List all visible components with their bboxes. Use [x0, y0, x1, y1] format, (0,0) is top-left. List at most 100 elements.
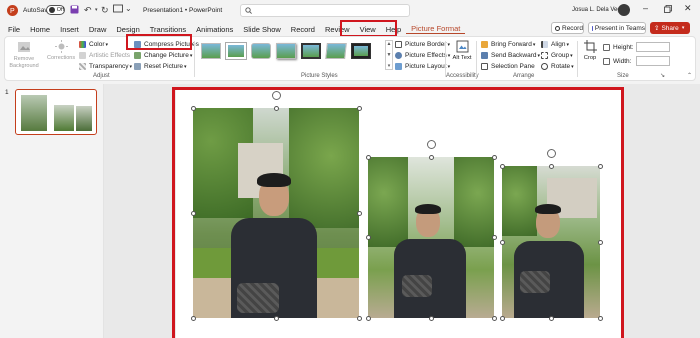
send-backward-button[interactable]: Send Backward ▾	[481, 52, 540, 59]
rotate-button[interactable]: Rotate ▾	[541, 63, 574, 70]
size-dialog-launcher-icon[interactable]: ↘	[660, 72, 665, 79]
picture-layout-button[interactable]: Picture Layout ▾	[395, 63, 450, 70]
restore-icon[interactable]	[664, 5, 672, 13]
tab-insert[interactable]: Insert	[55, 25, 84, 34]
customize-toolbar-icon[interactable]: ⌄	[125, 4, 132, 13]
chevron-down-icon: ▾	[537, 52, 541, 59]
avatar[interactable]	[618, 4, 630, 16]
height-label: Height:	[613, 43, 634, 51]
picture-border-button[interactable]: Picture Border ▾	[395, 41, 450, 48]
powerpoint-logo-icon: P	[7, 5, 18, 16]
thumb-photo	[76, 106, 92, 131]
artistic-effects-button[interactable]: Artistic Effects	[79, 52, 130, 59]
autosave-toggle[interactable]: Off	[46, 5, 65, 15]
picture-styles-group-label: Picture Styles	[301, 73, 338, 79]
bring-forward-button[interactable]: Bring Forward ▾	[481, 41, 535, 48]
transparency-icon	[79, 63, 86, 70]
undo-dropdown-icon[interactable]: ▾	[95, 7, 98, 13]
tab-record[interactable]: Record	[286, 25, 320, 34]
height-input[interactable]	[635, 42, 670, 52]
minimize-icon[interactable]: –	[643, 3, 648, 13]
picture-effects-button[interactable]: Picture Effects ▾	[395, 52, 450, 59]
reset-picture-button[interactable]: Reset Picture ▾	[134, 63, 187, 70]
color-button[interactable]: Color ▾	[79, 41, 108, 48]
color-label: Color	[89, 41, 105, 48]
collapse-ribbon-icon[interactable]: ⌃	[687, 72, 692, 79]
undo-icon[interactable]: ↶	[84, 5, 92, 16]
redo-icon[interactable]: ↻	[101, 5, 109, 16]
alt-text-button[interactable]: Alt Text	[451, 40, 473, 62]
tab-file[interactable]: File	[3, 25, 25, 34]
more-styles-icon[interactable]: ▾	[388, 63, 391, 69]
present-in-teams-button[interactable]: Present in Teams	[588, 22, 646, 34]
autosave-state: Off	[56, 7, 64, 13]
align-icon	[541, 41, 548, 48]
slideshow-start-icon[interactable]	[113, 4, 123, 14]
transparency-label: Transparency	[89, 63, 129, 70]
gallery-scroll[interactable]: ▲ ▼ ▾	[385, 40, 393, 70]
style-thumbnail[interactable]	[251, 43, 271, 59]
ribbon-tabs: File Home Insert Draw Design Transitions…	[0, 20, 700, 37]
crop-icon	[583, 40, 597, 53]
slide-number: 1	[5, 89, 9, 96]
highlight-compress-pictures	[126, 34, 192, 50]
group-icon	[541, 52, 548, 59]
tab-picture-format[interactable]: Picture Format	[406, 24, 466, 34]
change-picture-icon	[134, 52, 141, 59]
tab-transitions[interactable]: Transitions	[145, 25, 191, 34]
document-title: Presentation1 • PowerPoint	[143, 7, 223, 14]
share-button[interactable]: ⇪ Share ▾	[650, 22, 690, 34]
tab-design[interactable]: Design	[111, 25, 144, 34]
search-box[interactable]	[240, 4, 410, 17]
style-thumbnail[interactable]	[276, 43, 296, 59]
style-thumbnail[interactable]	[226, 43, 246, 59]
slides-pane: 1	[0, 84, 104, 338]
corrections-label: Corrections	[47, 55, 76, 61]
chevron-up-icon[interactable]: ▲	[387, 41, 392, 47]
style-thumbnail[interactable]	[325, 43, 347, 59]
width-field: Width:	[603, 56, 671, 66]
transparency-button[interactable]: Transparency ▾	[79, 63, 132, 70]
chevron-down-icon: ▾	[566, 41, 569, 48]
corrections-button[interactable]: Corrections	[47, 40, 75, 61]
alt-text-icon	[456, 40, 468, 53]
selection-pane-button[interactable]: Selection Pane	[481, 63, 535, 70]
selection-pane-icon	[481, 63, 488, 70]
style-thumbnail[interactable]	[201, 43, 221, 59]
size-group-label: Size	[617, 73, 629, 79]
chevron-down-icon: ▾	[129, 63, 133, 70]
arrange-group-label: Arrange	[513, 73, 535, 79]
group-divider	[476, 41, 477, 77]
tab-animations[interactable]: Animations	[191, 25, 238, 34]
chevron-down-icon[interactable]: ▼	[387, 52, 392, 58]
group-button[interactable]: Group ▾	[541, 52, 573, 59]
close-icon[interactable]: ✕	[684, 3, 692, 14]
remove-background-button[interactable]: Remove Background	[9, 40, 39, 69]
change-picture-button[interactable]: Change Picture ▾	[134, 52, 192, 59]
tab-slide-show[interactable]: Slide Show	[238, 25, 286, 34]
teams-icon	[592, 25, 593, 31]
record-button[interactable]: Record	[551, 22, 584, 34]
share-icon: ⇪	[654, 25, 660, 32]
align-button[interactable]: Align ▾	[541, 41, 569, 48]
tab-home[interactable]: Home	[25, 25, 55, 34]
chevron-down-icon: ▾	[532, 41, 536, 48]
width-input[interactable]	[636, 56, 671, 66]
crop-button[interactable]: Crop	[582, 40, 598, 61]
tab-draw[interactable]: Draw	[84, 25, 112, 34]
slide-thumbnail[interactable]	[15, 89, 97, 135]
picture-border-label: Picture Border	[405, 41, 447, 48]
style-thumbnail[interactable]	[301, 43, 321, 59]
style-thumbnail[interactable]	[351, 43, 371, 59]
record-label: Record	[562, 24, 583, 32]
record-icon	[555, 25, 560, 31]
height-icon	[603, 43, 610, 51]
chevron-down-icon: ▾	[570, 52, 573, 59]
bring-forward-label: Bring Forward	[491, 41, 532, 48]
picture-layout-icon	[395, 63, 402, 70]
remove-background-icon	[18, 42, 30, 52]
reset-picture-icon	[134, 63, 141, 70]
chevron-down-icon: ▾	[447, 41, 451, 48]
accessibility-group-label: Accessibility	[446, 73, 479, 79]
save-icon[interactable]	[70, 5, 79, 14]
